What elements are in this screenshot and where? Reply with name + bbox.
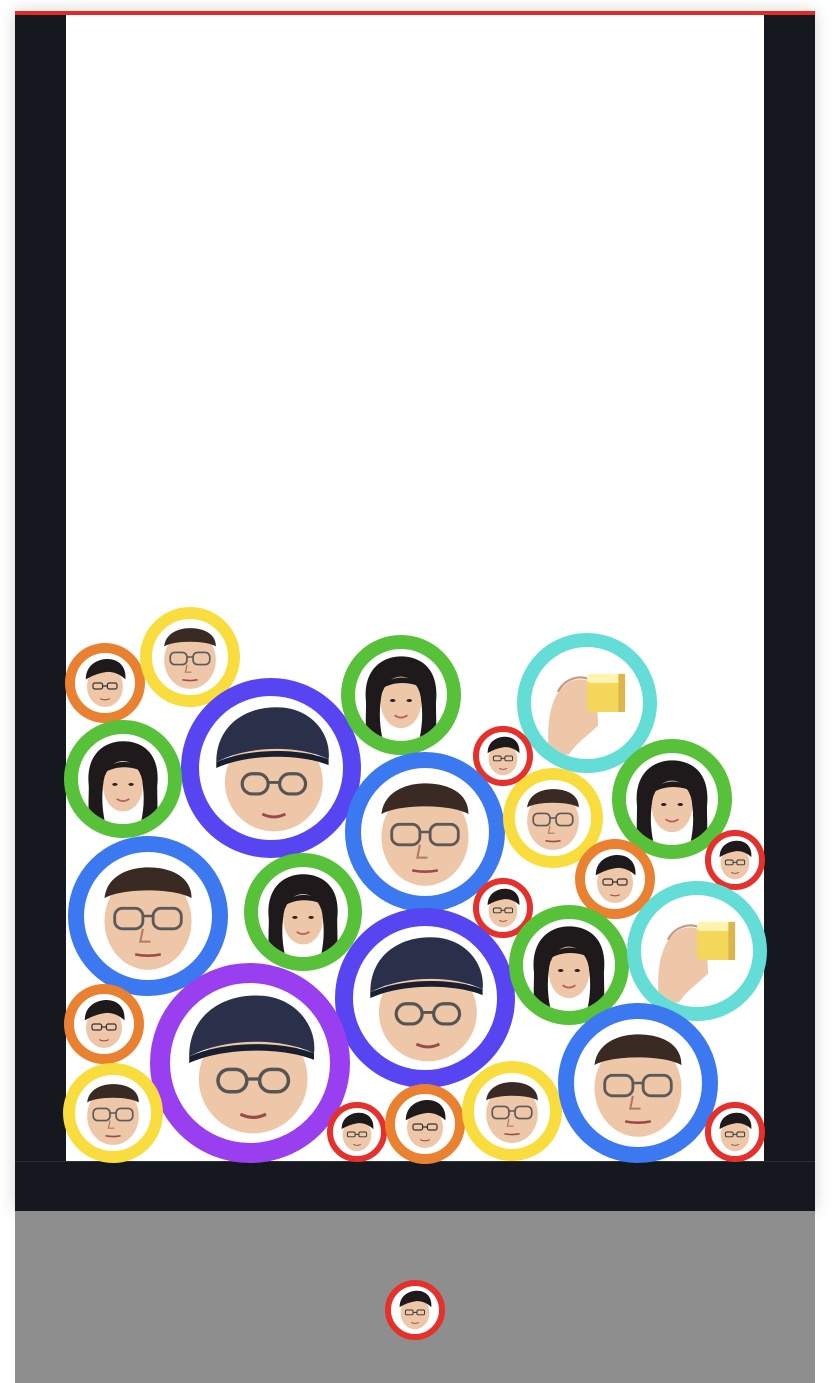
ball-red bbox=[327, 1102, 387, 1162]
drop-tray[interactable] bbox=[15, 1211, 815, 1383]
girl-face-icon bbox=[78, 734, 168, 824]
boy-face-icon bbox=[479, 884, 527, 932]
hand-block-icon bbox=[531, 647, 643, 759]
ball-yellow bbox=[63, 1063, 163, 1163]
boy-face-icon bbox=[75, 653, 135, 713]
ball-green bbox=[64, 720, 182, 838]
man-glasses-face-icon bbox=[84, 852, 212, 980]
ball-blue bbox=[558, 1003, 718, 1163]
boy-face-icon bbox=[333, 1108, 381, 1156]
boy-face-icon bbox=[395, 1094, 455, 1154]
ball-blue bbox=[68, 836, 228, 996]
boy-face-icon bbox=[585, 849, 645, 909]
cap-man-face-icon bbox=[353, 926, 497, 1070]
man-glasses-face-icon bbox=[574, 1019, 702, 1147]
cap-man-face-icon bbox=[170, 983, 330, 1143]
ball-orange bbox=[64, 984, 144, 1064]
ball-red bbox=[705, 830, 765, 890]
ball-red bbox=[705, 1102, 765, 1162]
ball-purple bbox=[150, 963, 350, 1163]
game-container bbox=[15, 11, 815, 1211]
ball-orange bbox=[385, 1084, 465, 1164]
boy-face-icon bbox=[74, 994, 134, 1054]
man-glasses-face-icon bbox=[474, 1073, 550, 1149]
man-glasses-face-icon bbox=[361, 768, 489, 896]
hand-block-icon bbox=[641, 895, 753, 1007]
ball-green bbox=[341, 635, 461, 755]
boy-face-icon bbox=[711, 1108, 759, 1156]
ball-green bbox=[244, 853, 362, 971]
ball-orange bbox=[65, 643, 145, 723]
man-glasses-face-icon bbox=[75, 1075, 151, 1151]
cap-man-face-icon bbox=[199, 696, 343, 840]
boy-face-icon bbox=[479, 732, 527, 780]
ball-yellow bbox=[462, 1061, 562, 1161]
girl-face-icon bbox=[626, 753, 718, 845]
man-glasses-face-icon bbox=[515, 780, 591, 856]
ball-indigo bbox=[335, 908, 515, 1088]
ball-indigo bbox=[181, 678, 361, 858]
boy-face-icon bbox=[711, 836, 759, 884]
girl-face-icon bbox=[355, 649, 447, 741]
girl-face-icon bbox=[523, 919, 615, 1011]
man-glasses-face-icon bbox=[152, 619, 228, 695]
next-ball[interactable] bbox=[385, 1280, 445, 1340]
ball-teal bbox=[627, 881, 767, 1021]
girl-face-icon bbox=[258, 867, 348, 957]
boy-face-icon bbox=[391, 1286, 439, 1334]
